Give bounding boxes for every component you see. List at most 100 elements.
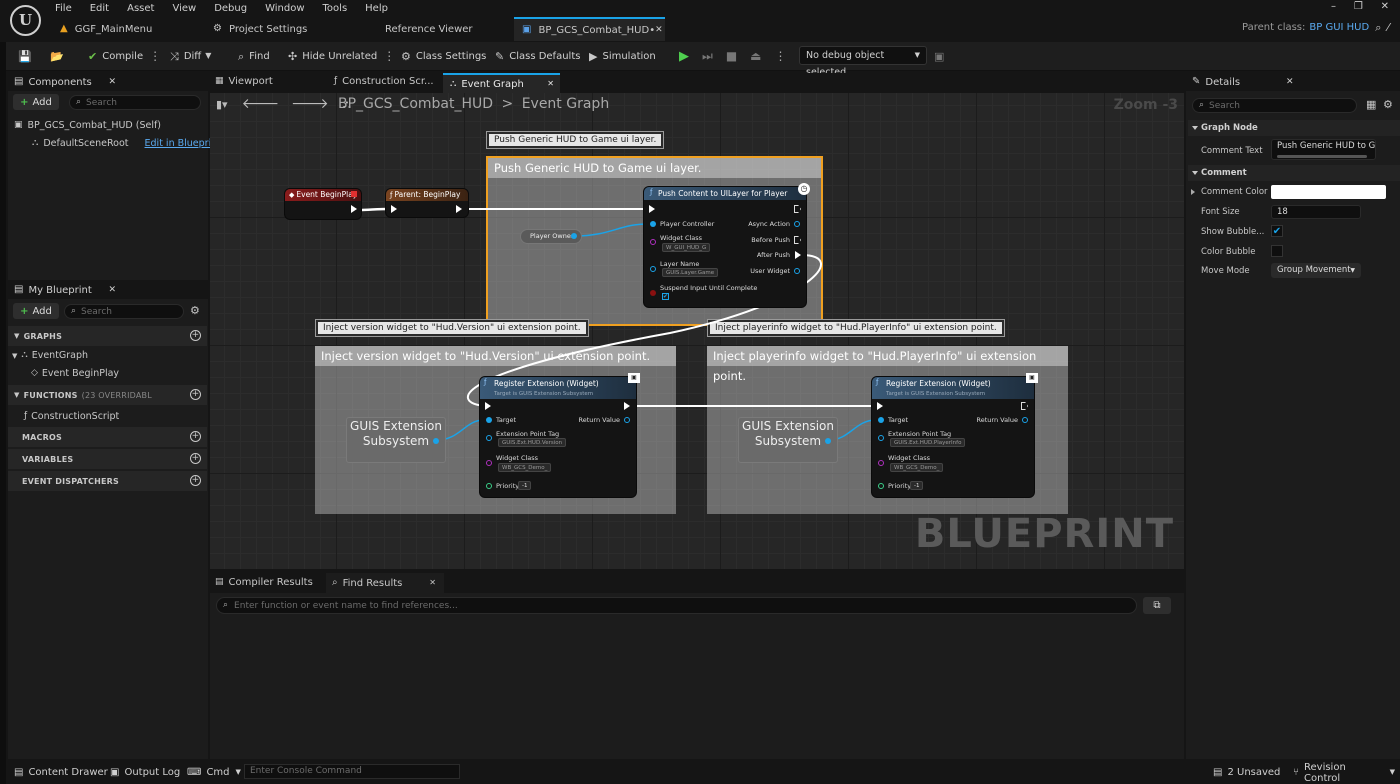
menu-help[interactable]: Help bbox=[356, 0, 397, 17]
widget-class-pin[interactable] bbox=[486, 460, 492, 466]
hide-unrelated-button[interactable]: ✣ Hide Unrelated ⋮ bbox=[288, 48, 395, 64]
tab-event-graph[interactable]: ⛬ Event Graph ✕ bbox=[443, 73, 560, 93]
node-event-begin-play[interactable]: ◆ Event BeginPlay bbox=[285, 189, 361, 219]
doc-tab-blueprint[interactable]: ▣ BP_GCS_Combat_HUD• ✕ bbox=[514, 17, 665, 41]
step-icon[interactable]: ⏭ bbox=[702, 50, 713, 62]
tree-event-graph[interactable]: ▼ ⛬ EventGraph bbox=[12, 350, 88, 361]
cmd-select[interactable]: ⌨ Cmd ▼ bbox=[187, 764, 246, 781]
exec-in-pin[interactable] bbox=[485, 402, 491, 410]
compile-options-icon[interactable]: ⋮ bbox=[149, 49, 161, 63]
user-widget-pin[interactable] bbox=[794, 268, 800, 274]
expand-arrow-icon[interactable] bbox=[1191, 189, 1195, 195]
diff-button[interactable]: ⤨ Diff ▼ bbox=[170, 48, 216, 64]
priority-pin[interactable] bbox=[486, 483, 492, 489]
extension-tag-field[interactable]: GUIS.Ext.HUD.PlayerInfo bbox=[890, 438, 966, 447]
widget-class-pin[interactable] bbox=[878, 460, 884, 466]
output-log-button[interactable]: ▣ Output Log bbox=[110, 764, 180, 781]
category-graph-node[interactable]: Graph Node bbox=[1188, 120, 1400, 136]
save-button[interactable]: 💾 bbox=[18, 48, 37, 64]
close-tab-icon[interactable]: ✕ bbox=[547, 80, 554, 88]
find-button[interactable]: ⌕ Find bbox=[238, 48, 270, 64]
widget-class-pin[interactable] bbox=[650, 239, 656, 245]
node-guis-subsystem-version[interactable]: GUIS Extension Subsystem bbox=[346, 417, 446, 463]
class-defaults-button[interactable]: ✎ Class Defaults bbox=[495, 48, 580, 64]
subsystem-pin[interactable] bbox=[433, 438, 439, 444]
extension-tag-field[interactable]: GUIS.Ext.HUD.Version bbox=[498, 438, 567, 447]
search-icon[interactable]: ⌕ bbox=[1375, 22, 1381, 33]
async-action-pin[interactable] bbox=[794, 221, 800, 227]
exec-in-pin[interactable] bbox=[877, 402, 883, 410]
priority-field[interactable]: -1 bbox=[910, 481, 924, 490]
section-event-dispatchers[interactable]: EVENT DISPATCHERS + bbox=[8, 471, 207, 491]
add-variable-icon[interactable]: + bbox=[190, 453, 201, 464]
debug-options-button[interactable]: ▣ bbox=[934, 48, 949, 64]
close-tab-icon[interactable]: ✕ bbox=[655, 25, 663, 35]
exec-in-pin[interactable] bbox=[391, 205, 397, 213]
revision-control-button[interactable]: ⑂ Revision Control ▼ bbox=[1293, 762, 1400, 784]
node-guis-subsystem-playerinfo[interactable]: GUIS Extension Subsystem bbox=[738, 417, 838, 463]
comment-text-field[interactable]: Push Generic HUD to Game bbox=[1271, 139, 1376, 160]
tree-event-begin-play[interactable]: ◇ Event BeginPlay bbox=[31, 368, 119, 379]
components-search[interactable]: ⌕ Search bbox=[69, 95, 201, 110]
node-parent-begin-play[interactable]: ƒ Parent: BeginPlay bbox=[386, 189, 468, 217]
tab-construction-script[interactable]: ƒ Construction Scr... bbox=[334, 76, 434, 87]
node-player-owner[interactable]: Player Owner bbox=[520, 229, 582, 244]
widget-class-field[interactable]: W_GUI_HUD_G bbox=[662, 243, 711, 252]
exec-out-pin[interactable] bbox=[624, 402, 630, 410]
widget-class-field[interactable]: WB_GCS_Demo_ bbox=[890, 463, 944, 472]
find-in-all-blueprints-button[interactable]: ⧉ bbox=[1143, 597, 1171, 614]
node-push-content[interactable]: Push Content to UILayer for Player ƒ ◷ P… bbox=[644, 183, 810, 307]
comment-text-scrollbar[interactable] bbox=[1277, 155, 1367, 158]
after-push-pin[interactable] bbox=[795, 251, 801, 259]
add-macro-icon[interactable]: + bbox=[190, 431, 201, 442]
gear-icon[interactable]: ⚙ bbox=[190, 305, 200, 316]
menu-tools[interactable]: Tools bbox=[314, 0, 357, 17]
extension-tag-pin[interactable] bbox=[486, 435, 492, 441]
gear-icon[interactable]: ⚙ bbox=[1383, 99, 1393, 110]
exec-in-pin[interactable] bbox=[649, 205, 655, 213]
add-graph-icon[interactable]: + bbox=[190, 330, 201, 341]
return-value-pin[interactable] bbox=[1022, 417, 1028, 423]
suspend-pin[interactable] bbox=[650, 290, 656, 296]
subsystem-pin[interactable] bbox=[825, 438, 831, 444]
target-pin[interactable] bbox=[486, 417, 492, 423]
layer-name-pin[interactable] bbox=[650, 266, 656, 272]
show-bubble-checkbox[interactable]: ✔ bbox=[1271, 225, 1283, 237]
class-settings-button[interactable]: ⚙ Class Settings bbox=[401, 48, 486, 64]
event-graph-canvas[interactable]: ▮▾ 🡐 🡒 ⛬ BP_GCS_Combat_HUD > Event Graph… bbox=[210, 93, 1184, 569]
table-view-icon[interactable]: ▦ bbox=[1366, 99, 1376, 110]
event-delegate-pin[interactable] bbox=[351, 191, 357, 197]
add-member-button[interactable]: + Add bbox=[13, 303, 59, 319]
menu-edit[interactable]: Edit bbox=[81, 0, 118, 17]
parent-class-link[interactable]: BP GUI HUD bbox=[1309, 22, 1369, 33]
minimize-icon[interactable]: – bbox=[1331, 2, 1336, 16]
tree-construction-script[interactable]: ƒ ConstructionScript bbox=[24, 411, 119, 422]
section-functions[interactable]: ▼ FUNCTIONS (23 OVERRIDABL + bbox=[8, 385, 207, 405]
close-panel-icon[interactable]: ✕ bbox=[108, 285, 116, 295]
my-blueprint-search[interactable]: ⌕ Search bbox=[64, 304, 184, 319]
exec-out-pin[interactable] bbox=[456, 205, 462, 213]
component-default-scene-root[interactable]: ⛬ DefaultSceneRoot Edit in Blueprint bbox=[32, 138, 221, 149]
priority-field[interactable]: -1 bbox=[518, 481, 532, 490]
menu-view[interactable]: View bbox=[163, 0, 205, 17]
play-icon[interactable]: ▶ bbox=[679, 50, 689, 63]
section-macros[interactable]: MACROS + bbox=[8, 427, 207, 447]
play-options-icon[interactable]: ⋮ bbox=[775, 50, 787, 62]
console-input[interactable]: Enter Console Command bbox=[244, 764, 460, 779]
add-dispatcher-icon[interactable]: + bbox=[190, 475, 201, 486]
priority-pin[interactable] bbox=[878, 483, 884, 489]
details-search[interactable]: ⌕ Search bbox=[1192, 98, 1357, 113]
move-mode-select[interactable]: Group Movement ▼ bbox=[1271, 263, 1361, 278]
hide-options-icon[interactable]: ⋮ bbox=[383, 49, 395, 63]
menu-asset[interactable]: Asset bbox=[118, 0, 163, 17]
add-component-button[interactable]: + Add bbox=[13, 94, 59, 110]
close-tab-icon[interactable]: ✕ bbox=[429, 579, 436, 587]
browse-asset-button[interactable]: 📂 bbox=[50, 48, 69, 64]
target-pin[interactable] bbox=[878, 417, 884, 423]
find-results-search[interactable]: ⌕ Enter function or event name to find r… bbox=[216, 597, 1137, 614]
layer-name-field[interactable]: GUIS.Layer.Game bbox=[662, 268, 719, 277]
exec-out-pin[interactable] bbox=[1021, 402, 1028, 410]
doc-tab-project-settings[interactable]: ⚙ Project Settings bbox=[213, 18, 307, 40]
content-drawer-button[interactable]: ▤ Content Drawer bbox=[14, 764, 108, 781]
comment-color-swatch[interactable] bbox=[1271, 185, 1386, 199]
